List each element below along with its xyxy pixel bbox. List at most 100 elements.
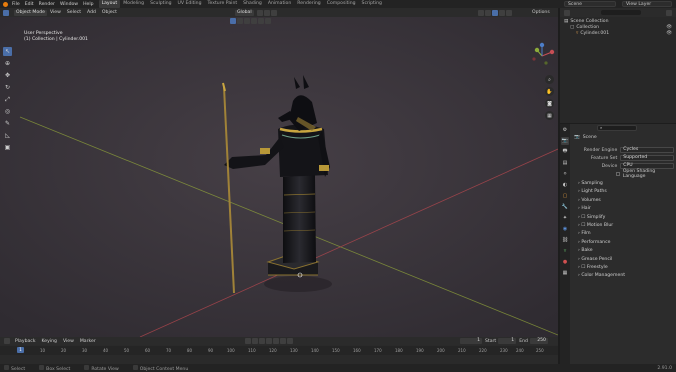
- workspace-tab-compositing[interactable]: Compositing: [324, 0, 359, 8]
- object-tab-icon[interactable]: ▢: [561, 192, 569, 200]
- jump-end-icon[interactable]: [287, 338, 293, 344]
- particles-tab-icon[interactable]: ✦: [561, 214, 569, 222]
- panel-sampling[interactable]: › Sampling: [574, 180, 674, 188]
- viewport-menu-add[interactable]: Add: [87, 10, 96, 15]
- feature-set-dropdown[interactable]: Supported: [620, 155, 674, 161]
- annotate-tool-icon[interactable]: ✎: [3, 119, 12, 128]
- shading-toggle-icon[interactable]: [258, 18, 264, 24]
- transform-orientation[interactable]: Global: [235, 9, 254, 16]
- menu-file[interactable]: File: [12, 2, 20, 7]
- xray-icon[interactable]: [485, 9, 491, 16]
- outliner-editor-icon[interactable]: [564, 9, 570, 16]
- 3d-viewport[interactable]: ↖ ⊕ ✥ ↻ ⤢ ◎ ✎ ◺ ▣ User Perspective (1) C…: [0, 17, 558, 337]
- menu-window[interactable]: Window: [60, 2, 78, 7]
- workspace-tab-sculpting[interactable]: Sculpting: [147, 0, 174, 8]
- transform-tool-icon[interactable]: ◎: [3, 107, 12, 116]
- render-engine-dropdown[interactable]: Cycles: [620, 147, 674, 153]
- prev-keyframe-icon[interactable]: [259, 338, 265, 344]
- visibility-eye-icon[interactable]: 👁: [666, 31, 672, 37]
- timeline-menu-marker[interactable]: Marker: [80, 339, 96, 344]
- viewport-menu-view[interactable]: View: [50, 10, 61, 15]
- cursor-tool-icon[interactable]: ⊕: [3, 59, 12, 68]
- measure-tool-icon[interactable]: ◺: [3, 131, 12, 140]
- timeline-ruler[interactable]: 1 10 20 30 40 50 60 70 80 90 100 110 120…: [0, 346, 558, 355]
- pan-hand-icon[interactable]: ✋: [545, 87, 554, 96]
- snap-icon[interactable]: [263, 9, 270, 16]
- view-layer-selector[interactable]: View Layer: [622, 1, 672, 7]
- properties-search-input[interactable]: ⌕: [597, 125, 637, 131]
- workspace-tab-shading[interactable]: Shading: [240, 0, 265, 8]
- shading-rendered-icon[interactable]: [506, 9, 512, 16]
- menu-edit[interactable]: Edit: [25, 2, 34, 7]
- panel-bake[interactable]: › Bake: [574, 247, 674, 255]
- editor-type-icon[interactable]: [3, 9, 9, 16]
- scene-tab-icon[interactable]: ⚪: [561, 170, 569, 178]
- timeline-menu-view[interactable]: View: [63, 339, 74, 344]
- panel-color-management[interactable]: › Color Management: [574, 272, 674, 280]
- mode-selector[interactable]: Object Mode: [14, 9, 47, 16]
- end-frame-field[interactable]: 250: [529, 338, 548, 344]
- panel-performance[interactable]: › Performance: [574, 239, 674, 247]
- viewport-menu-object[interactable]: Object: [102, 10, 117, 15]
- panel-volumes[interactable]: › Volumes: [574, 197, 674, 205]
- pivot-icon[interactable]: [256, 9, 263, 16]
- panel-light-paths[interactable]: › Light Paths: [574, 188, 674, 196]
- texture-tab-icon[interactable]: ▦: [561, 269, 569, 277]
- constraints-tab-icon[interactable]: ⛓: [561, 236, 569, 244]
- play-icon[interactable]: [273, 338, 279, 344]
- view-layer-tab-icon[interactable]: ▤: [561, 159, 569, 167]
- gizmo-toggle-icon[interactable]: [237, 18, 243, 24]
- visibility-toggle-icon[interactable]: [244, 18, 250, 24]
- outliner-row-cylinder[interactable]: ▿ Cylinder.001 👁: [560, 31, 676, 37]
- camera-toggle-icon[interactable]: [265, 18, 271, 24]
- timeline-menu-playback[interactable]: Playback: [15, 339, 36, 344]
- shading-solid-icon[interactable]: [492, 9, 498, 16]
- workspace-tab-texture-paint[interactable]: Texture Paint: [205, 0, 241, 8]
- timeline-editor-icon[interactable]: [4, 338, 10, 344]
- panel-film[interactable]: › Film: [574, 230, 674, 238]
- viewport-toggle-icon[interactable]: [230, 18, 236, 24]
- panel-simplify[interactable]: › ☐ Simplify: [574, 214, 674, 222]
- playhead[interactable]: 1: [17, 347, 24, 353]
- world-tab-icon[interactable]: ◐: [561, 181, 569, 189]
- select-tool-icon[interactable]: ↖: [3, 47, 12, 56]
- ortho-grid-icon[interactable]: ▦: [545, 111, 554, 120]
- timeline-menu-keying[interactable]: Keying: [42, 339, 57, 344]
- record-icon[interactable]: [245, 338, 251, 344]
- menu-render[interactable]: Render: [39, 2, 55, 7]
- workspace-tab-animation[interactable]: Animation: [265, 0, 294, 8]
- tool-tab-icon[interactable]: ⚙: [561, 126, 569, 134]
- workspace-tab-scripting[interactable]: Scripting: [359, 0, 385, 8]
- outliner-search-input[interactable]: [601, 10, 641, 15]
- zoom-icon[interactable]: ⌕: [545, 75, 554, 84]
- proportional-edit-icon[interactable]: [270, 9, 277, 16]
- filter-icon[interactable]: [666, 9, 672, 16]
- options-dropdown[interactable]: Options: [532, 10, 550, 15]
- viewport-scene[interactable]: [0, 17, 558, 337]
- output-tab-icon[interactable]: 🖶: [561, 148, 569, 156]
- overlay-icon[interactable]: [478, 9, 484, 16]
- modifier-tab-icon[interactable]: 🔧: [561, 203, 569, 211]
- camera-view-icon[interactable]: ◙: [545, 99, 554, 108]
- panel-grease-pencil[interactable]: › Grease Pencil: [574, 256, 674, 264]
- workspace-tab-rendering[interactable]: Rendering: [294, 0, 323, 8]
- navigation-gizmo[interactable]: [528, 42, 556, 70]
- blender-logo-icon[interactable]: [3, 1, 8, 7]
- workspace-tab-layout[interactable]: Layout: [98, 0, 121, 8]
- add-cube-tool-icon[interactable]: ▣: [3, 143, 12, 152]
- data-tab-icon[interactable]: ▿: [561, 247, 569, 255]
- menu-help[interactable]: Help: [83, 2, 93, 7]
- move-tool-icon[interactable]: ✥: [3, 71, 12, 80]
- scene-selector[interactable]: Scene: [564, 1, 616, 7]
- scale-tool-icon[interactable]: ⤢: [3, 95, 12, 104]
- workspace-tab-modeling[interactable]: Modeling: [120, 0, 147, 8]
- panel-freestyle[interactable]: › ☐ Freestyle: [574, 264, 674, 272]
- next-keyframe-icon[interactable]: [280, 338, 286, 344]
- panel-hair[interactable]: › Hair: [574, 205, 674, 213]
- workspace-tab-uv-editing[interactable]: UV Editing: [175, 0, 205, 8]
- shading-material-icon[interactable]: [499, 9, 505, 16]
- overlay-toggle-icon[interactable]: [251, 18, 257, 24]
- viewport-menu-select[interactable]: Select: [67, 10, 81, 15]
- start-frame-field[interactable]: 1: [498, 338, 517, 344]
- rotate-tool-icon[interactable]: ↻: [3, 83, 12, 92]
